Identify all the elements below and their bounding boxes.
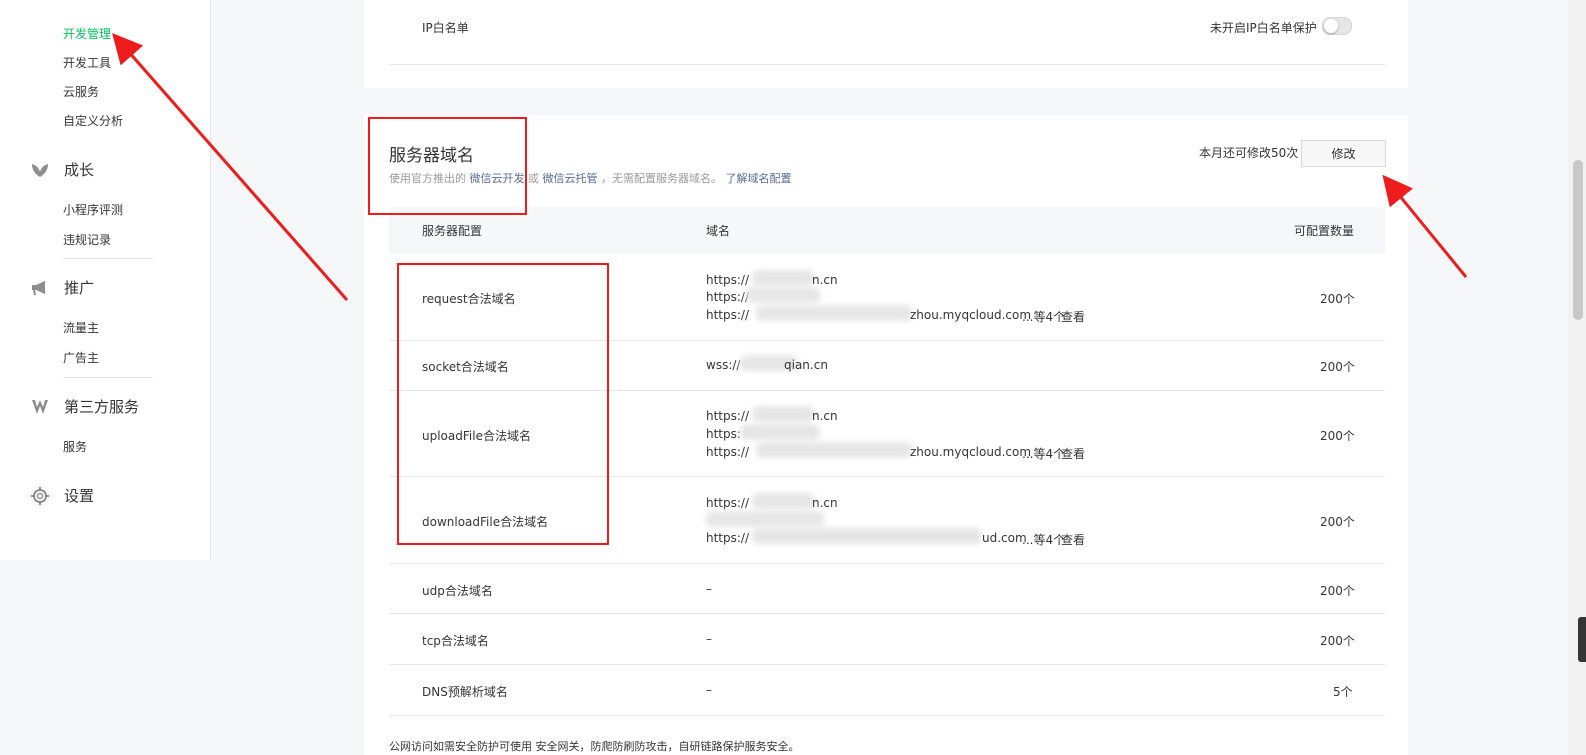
scrollbar-thumb[interactable] (1573, 160, 1583, 320)
annotation-arrows (112, 32, 1468, 301)
float-tab[interactable] (1578, 617, 1586, 662)
annotation-arrow-nav (112, 32, 349, 301)
annotation-arrow-modify (1382, 174, 1468, 278)
